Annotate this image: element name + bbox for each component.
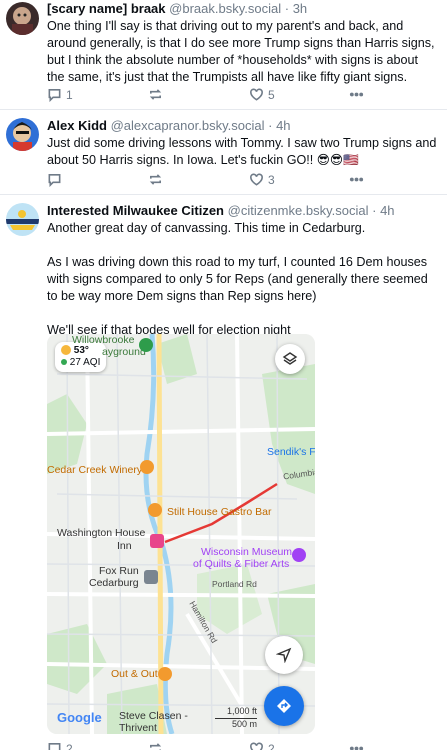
author-name[interactable]: Interested Milwaukee Citizen: [47, 203, 224, 218]
place-label[interactable]: of Quilts & Fiber Arts: [193, 558, 289, 570]
like-count: 5: [268, 87, 275, 102]
like-button[interactable]: 3: [249, 172, 275, 187]
navigation-arrow-icon: [276, 647, 292, 663]
reply-icon: [48, 174, 61, 187]
post-text: One thing I'll say is that driving out t…: [47, 19, 435, 84]
weather-chip[interactable]: 53° 27 AQI: [55, 342, 107, 372]
reply-count: 2: [66, 741, 73, 750]
restaurant-pin-icon[interactable]: [148, 503, 162, 517]
repost-button[interactable]: [148, 87, 167, 102]
layers-icon: [282, 352, 298, 365]
place-label[interactable]: Stilt House Gastro Bar: [167, 506, 271, 518]
place-label[interactable]: Washington House: [57, 527, 145, 539]
winery-pin-icon[interactable]: [140, 460, 154, 474]
heart-icon: [250, 173, 263, 186]
repost-icon: [149, 89, 162, 100]
reply-button[interactable]: 2: [47, 741, 73, 750]
like-button[interactable]: 5: [249, 87, 275, 102]
reply-button[interactable]: [47, 172, 66, 187]
reply-icon: [48, 743, 61, 750]
directions-icon: [277, 699, 291, 713]
post-text: Another great day of canvassing. This ti…: [47, 220, 439, 339]
museum-pin-icon[interactable]: [292, 548, 306, 562]
google-logo: Google: [57, 710, 102, 725]
post-1[interactable]: [scary name] braak @braak.bsky.social · …: [0, 0, 447, 110]
like-count: 3: [268, 172, 275, 187]
post-text: Just did some driving lessons with Tommy…: [47, 136, 437, 167]
post-paragraph: As I was driving down this road to my tu…: [47, 255, 428, 303]
place-label[interactable]: Willowbrooke: [72, 334, 134, 346]
directions-button[interactable]: [264, 686, 304, 726]
like-button[interactable]: 2: [249, 741, 275, 750]
author-handle[interactable]: @braak.bsky.social: [169, 1, 281, 16]
layers-button[interactable]: [275, 344, 305, 374]
post-time[interactable]: 3h: [293, 1, 307, 16]
author-handle[interactable]: @alexcapranor.bsky.social: [111, 118, 265, 133]
place-label[interactable]: Cedarburg: [89, 577, 139, 589]
avatar[interactable]: [6, 2, 39, 35]
road-label: Portland Rd: [212, 579, 257, 589]
building-pin-icon[interactable]: [144, 570, 158, 584]
park-pin-icon[interactable]: [139, 338, 153, 352]
reply-icon: [48, 89, 61, 102]
post-paragraph: Another great day of canvassing. This ti…: [47, 221, 366, 235]
place-label[interactable]: Inn: [117, 540, 132, 552]
repost-icon: [149, 174, 162, 185]
more-options-button[interactable]: [349, 741, 364, 750]
place-label[interactable]: Wisconsin Museum: [201, 546, 292, 558]
post-time[interactable]: 4h: [276, 118, 290, 133]
repost-button[interactable]: [148, 172, 167, 187]
avatar[interactable]: [6, 118, 39, 151]
repost-button[interactable]: [148, 741, 167, 750]
map-image[interactable]: 53° 27 AQI Willowbrooke ayground Sendik'…: [47, 334, 315, 734]
place-label[interactable]: Out & Out: [111, 668, 158, 680]
place-label[interactable]: Sendik's Fo: [267, 446, 315, 458]
avatar[interactable]: [6, 203, 39, 236]
restaurant-pin-icon[interactable]: [158, 667, 172, 681]
more-icon: [349, 746, 364, 750]
more-options-button[interactable]: [349, 172, 364, 187]
my-location-button[interactable]: [265, 636, 303, 674]
place-label[interactable]: Steve Clasen -: [119, 710, 188, 722]
more-options-button[interactable]: [349, 87, 364, 102]
place-label[interactable]: Thrivent: [119, 722, 157, 734]
reply-button[interactable]: 1: [47, 87, 73, 102]
place-label[interactable]: Fox Run: [99, 565, 139, 577]
more-icon: [349, 92, 364, 97]
post-time[interactable]: 4h: [380, 203, 394, 218]
author-name[interactable]: [scary name] braak: [47, 1, 166, 16]
heart-icon: [250, 742, 263, 750]
weather-temp: 53°: [73, 345, 89, 356]
author-name[interactable]: Alex Kidd: [47, 118, 107, 133]
place-label[interactable]: Cedar Creek Winery: [47, 464, 142, 476]
reply-count: 1: [66, 87, 73, 102]
air-quality: 27 AQI: [69, 357, 101, 368]
hotel-pin-icon[interactable]: [150, 534, 164, 548]
post-2[interactable]: Alex Kidd @alexcapranor.bsky.social · 4h…: [0, 110, 447, 195]
repost-icon: [150, 743, 162, 750]
heart-icon: [250, 88, 263, 101]
more-icon: [349, 177, 364, 182]
scale-bar: 1,000 ft 500 m: [215, 706, 257, 729]
author-handle[interactable]: @citizenmke.bsky.social: [228, 203, 369, 218]
like-count: 2: [268, 741, 275, 750]
